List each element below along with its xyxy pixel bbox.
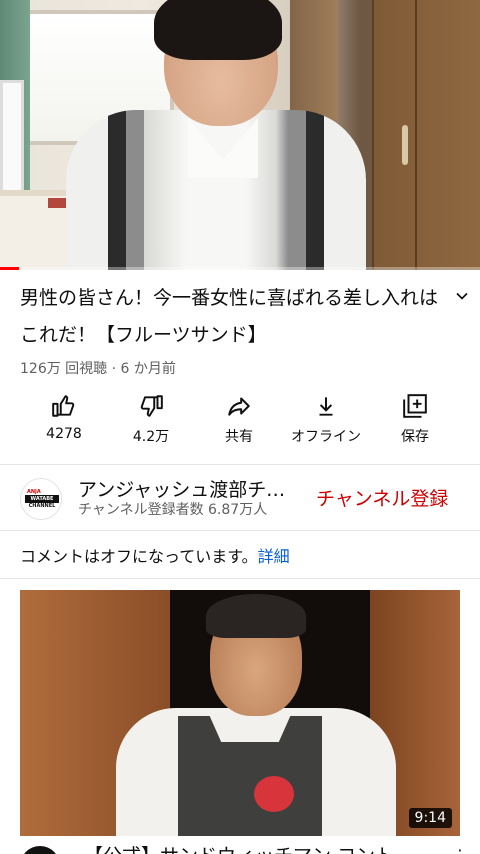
offline-button[interactable]: オフライン [281,393,371,453]
share-label: 共有 [225,429,253,445]
next-channel-avatar[interactable] [20,846,60,854]
channel-avatar[interactable]: ANJA WATABE CHANNEL [20,478,62,520]
share-icon [228,397,250,416]
next-video-thumbnail[interactable]: 9:14 [20,590,460,836]
divider [0,464,480,465]
action-bar: 4278 4.2万 共有 オフライン 保存 [0,393,480,453]
like-count: 4278 [46,426,82,442]
chevron-down-icon[interactable] [452,286,472,306]
like-button[interactable]: 4278 [19,393,109,453]
apron-logo [254,776,294,812]
dislike-count: 4.2万 [132,429,170,445]
next-video-title[interactable]: 【公式】サンドウィッチマン コント [84,841,444,854]
duration-badge: 9:14 [408,808,452,828]
whiteboard [0,80,24,200]
more-vert-icon[interactable]: ⋮ [452,846,468,854]
save-button[interactable]: 保存 [370,393,460,453]
presenter-body [66,110,366,270]
progress-fill [0,267,20,270]
details-link[interactable]: 詳細 [258,547,290,566]
subscribe-button[interactable]: チャンネル登録 [316,484,448,511]
save-label: 保存 [401,429,429,445]
comments-off-notice: コメントはオフになっています。詳細 [20,543,290,567]
wardrobe-door-seam [415,0,417,270]
wardrobe-handle [402,125,408,165]
video-player[interactable] [0,0,480,270]
channel-name[interactable]: アンジャッシュ渡部チャンネル [78,475,304,502]
comments-off-text: コメントはオフになっています。 [20,547,258,566]
wardrobe [372,0,480,270]
offline-label: オフライン [291,429,361,445]
avatar-logo-text-mid: WATABE [25,495,59,503]
video-meta: 126万 回視聴 · 6 か月前 [20,361,176,377]
thumbs-up-icon [52,395,75,417]
thumbs-down-icon [140,395,163,417]
progress-track[interactable] [0,267,480,270]
video-title[interactable]: 男性の皆さん！今一番女性に喜ばれる差し入れはこれだ！【フルーツサンド】 [20,280,440,354]
dislike-button[interactable]: 4.2万 [106,393,196,453]
download-icon [319,397,333,416]
avatar-logo-text-bottom: CHANNEL [28,503,56,509]
share-button[interactable]: 共有 [194,393,284,453]
add-to-playlist-icon [403,394,427,418]
divider [0,578,480,579]
divider [0,530,480,531]
subscriber-count: チャンネル登録者数 6.87万人 [78,502,268,518]
performer-hair [206,594,306,638]
presenter-hair [154,0,282,60]
